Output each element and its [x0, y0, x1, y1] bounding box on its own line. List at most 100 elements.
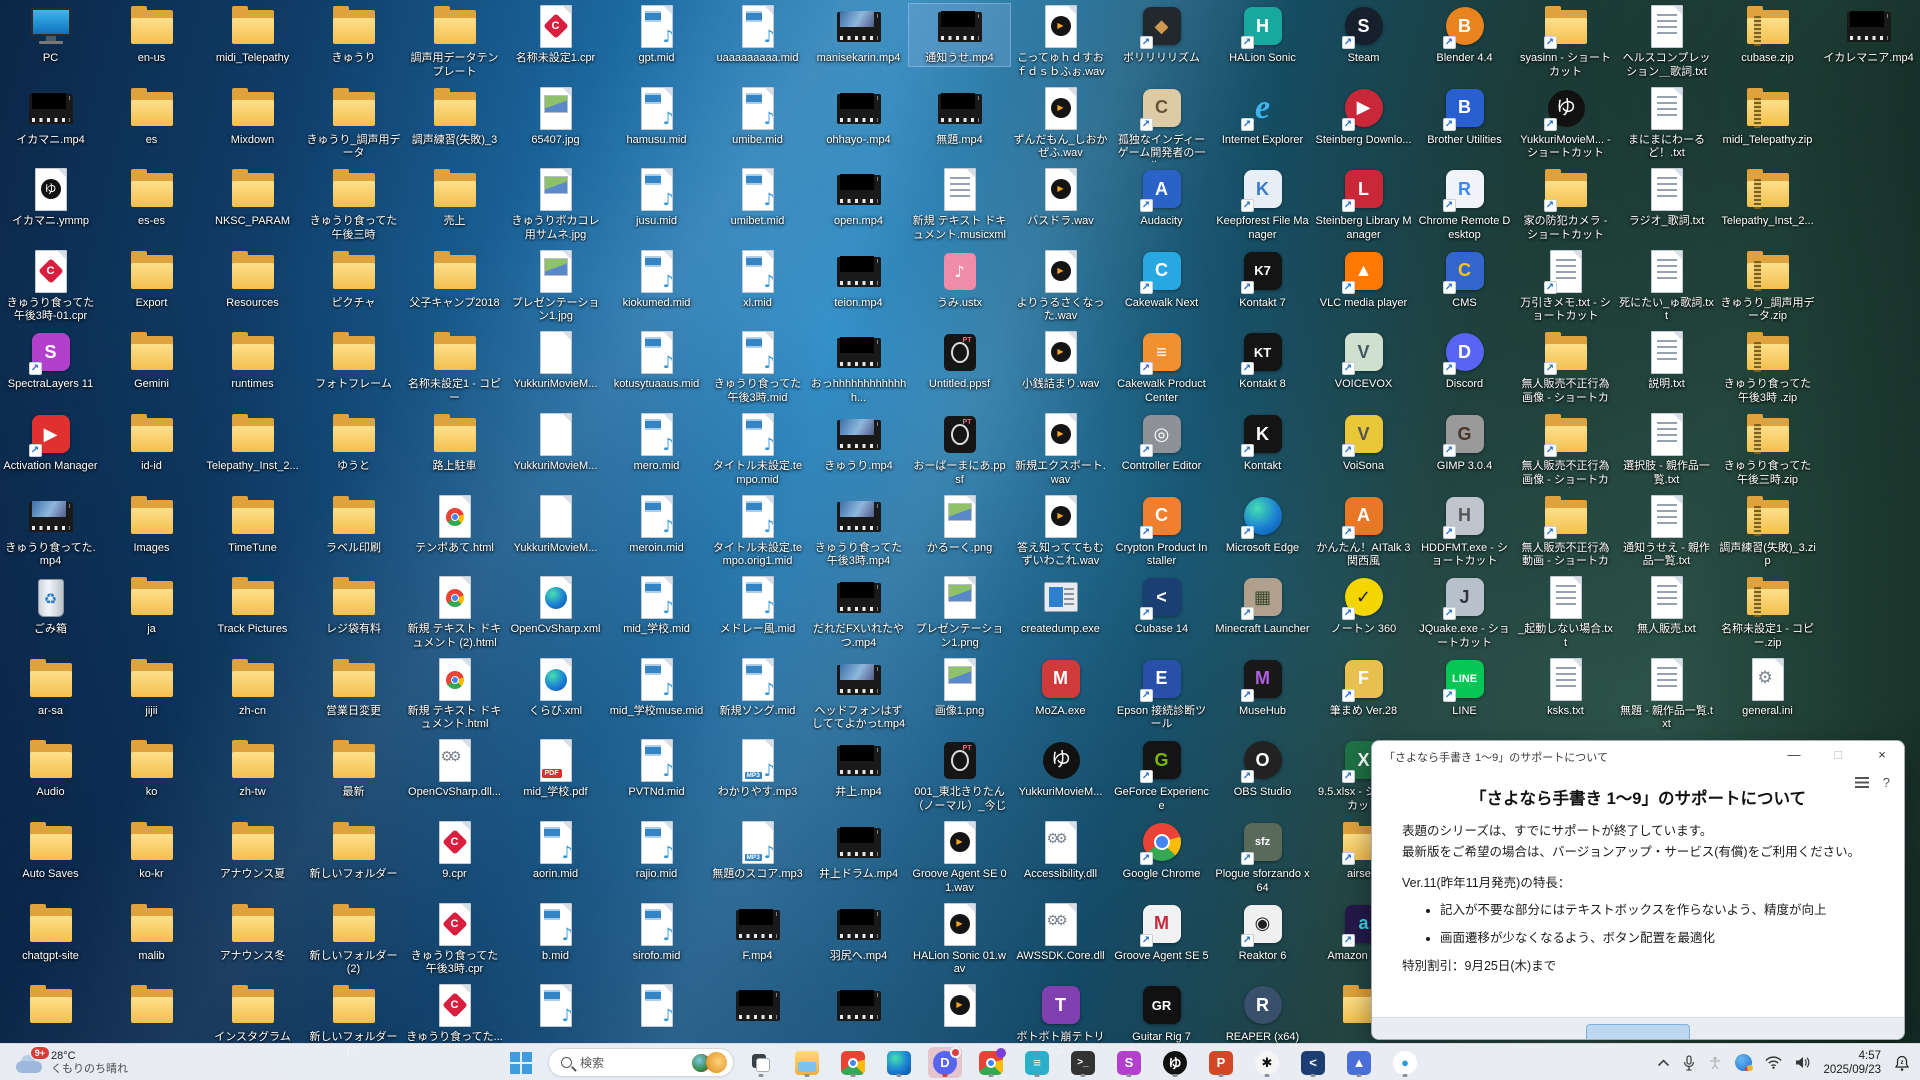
desktop-icon[interactable]: Cきゅうり食ってた... [404, 983, 505, 1045]
desktop-icon[interactable]: きゅうり_調声用データ.zip [1717, 249, 1818, 324]
desktop-icon[interactable]: ♪b.mid [505, 902, 606, 964]
desktop-icon[interactable]: くらび.xml [505, 657, 606, 719]
desktop-icon[interactable]: createdump.exe [1010, 575, 1111, 637]
desktop-icon[interactable]: ゆイカマニ.ymmp [0, 167, 101, 229]
desktop-icon[interactable]: B↗Blender 4.4 [1414, 4, 1515, 66]
desktop-icon[interactable]: 画像1.png [909, 657, 1010, 719]
desktop-icon[interactable]: ⚙⚙AWSSDK.Core.dll [1010, 902, 1111, 964]
desktop-icon[interactable] [707, 983, 808, 1029]
desktop-icon[interactable]: ♻ごみ箱 [0, 575, 101, 637]
desktop-icon[interactable]: V↗VoiSona [1313, 412, 1414, 474]
desktop-icon[interactable]: 新規 テキスト ドキュメント.musicxml [909, 167, 1010, 242]
desktop-icon[interactable]: 調声練習(失敗)_3 [404, 86, 505, 148]
desktop-icon[interactable]: ↗無人販売不正行為画像 - ショートカット [1515, 412, 1616, 488]
desktop-icon[interactable]: F.mp4 [707, 902, 808, 964]
desktop-icon[interactable]: フォトフレーム [303, 330, 404, 392]
desktop-icon[interactable]: ♪rajio.mid [606, 820, 707, 882]
desktop-icon[interactable]: ▶Groove Agent SE 01.wav [909, 820, 1010, 895]
desktop-icon[interactable]: ゆ↗YukkuriMovieM... - ショートカット [1515, 86, 1616, 161]
help-icon[interactable]: ? [1883, 775, 1890, 790]
desktop-icon[interactable]: ▦↗Minecraft Launcher [1212, 575, 1313, 637]
desktop-icon[interactable]: 路上駐車 [404, 412, 505, 474]
desktop-icon[interactable] [101, 983, 202, 1029]
desktop-icon[interactable]: 井上ドラム.mp4 [808, 820, 909, 882]
desktop-icon[interactable]: ♪aorin.mid [505, 820, 606, 882]
wifi-icon[interactable] [1765, 1056, 1782, 1069]
taskbar-app-edge[interactable] [882, 1047, 916, 1078]
desktop-icon[interactable]: malib [101, 902, 202, 964]
desktop-icon[interactable]: ♪きゅうり食ってた午後3時.mid [707, 330, 808, 405]
desktop-icon[interactable]: 売上 [404, 167, 505, 229]
desktop-icon[interactable]: 新しいフォルダー [303, 820, 404, 882]
desktop-icon[interactable]: ◎↗Controller Editor [1111, 412, 1212, 474]
taskbar-app-chrome[interactable] [836, 1047, 870, 1078]
desktop-icon[interactable]: ♪mero.mid [606, 412, 707, 474]
desktop-icon[interactable]: jijii [101, 657, 202, 719]
desktop-icon[interactable]: ▶バスドラ.wav [1010, 167, 1111, 229]
desktop-icon[interactable]: C↗Crypton Product Installer [1111, 494, 1212, 569]
desktop-icon[interactable]: Telepathy_Inst_2... [1717, 167, 1818, 229]
desktop-icon[interactable]: en-us [101, 4, 202, 66]
desktop-icon[interactable]: A↗Audacity [1111, 167, 1212, 229]
desktop-icon[interactable]: J↗JQuake.exe - ショートカット [1414, 575, 1515, 650]
desktop-icon[interactable]: ♪mid_学校.mid [606, 575, 707, 637]
desktop-icon[interactable]: K↗Keepforest File Manager [1212, 167, 1313, 242]
desktop-icon[interactable]: C↗Cakewalk Next [1111, 249, 1212, 311]
desktop-icon[interactable]: アナウンス冬 [202, 902, 303, 964]
search-box[interactable]: 検索 [548, 1048, 734, 1077]
desktop-icon[interactable]: 説明.txt [1616, 330, 1717, 392]
desktop-icon[interactable]: 井上.mp4 [808, 738, 909, 800]
desktop-icon[interactable]: ♪xl.mid [707, 249, 808, 311]
desktop-icon[interactable]: ヘルスコンプレッション＿歌詞.txt [1616, 4, 1717, 79]
desktop-icon[interactable]: 無題 - 親作品一覧.txt [1616, 657, 1717, 732]
desktop-icon[interactable]: Export [101, 249, 202, 311]
desktop-icon[interactable]: Images [101, 494, 202, 556]
desktop-icon[interactable]: KT↗Kontakt 8 [1212, 330, 1313, 392]
desktop-icon[interactable]: イカマニ.mp4 [0, 86, 101, 148]
desktop-icon[interactable]: H↗HALion Sonic [1212, 4, 1313, 66]
desktop-icon[interactable]: S↗Steam [1313, 4, 1414, 66]
desktop-icon[interactable]: ✓↗ノートン 360 [1313, 575, 1414, 637]
desktop-icon[interactable]: ⚙general.ini [1717, 657, 1818, 719]
desktop-icon[interactable]: ↗Microsoft Edge [1212, 494, 1313, 556]
desktop-icon[interactable]: id-id [101, 412, 202, 474]
desktop-icon[interactable]: LINE↗LINE [1414, 657, 1515, 719]
desktop-icon[interactable]: teion.mp4 [808, 249, 909, 311]
desktop-icon[interactable]: YukkuriMovieM... [505, 330, 606, 392]
desktop-icon[interactable]: H↗HDDFMT.exe - ショートカット [1414, 494, 1515, 569]
desktop-icon[interactable]: ♪kiokumed.mid [606, 249, 707, 311]
desktop-icon[interactable]: ↗syasinn - ショートカット [1515, 4, 1616, 79]
desktop-icon[interactable]: ラベル印刷 [303, 494, 404, 556]
maximize-button[interactable]: □ [1816, 741, 1860, 771]
desktop-icon[interactable]: ♪jusu.mid [606, 167, 707, 229]
taskbar-app-spectralayers[interactable]: S [1112, 1047, 1146, 1078]
desktop-icon[interactable]: きゅうり_調声用データ [303, 86, 404, 161]
desktop-icon[interactable]: きゅうり [303, 4, 404, 66]
desktop-icon[interactable]: 新規 テキスト ドキュメント.html [404, 657, 505, 732]
desktop-icon[interactable]: プレゼンテーション1.jpg [505, 249, 606, 324]
desktop-icon[interactable]: E↗Epson 接続診断ツール [1111, 657, 1212, 732]
desktop-icon[interactable]: 通知うせえ - 親作品一覧.txt [1616, 494, 1717, 569]
tray-app-icon[interactable] [1735, 1054, 1752, 1071]
desktop-icon[interactable]: インスタグラム [202, 983, 303, 1045]
desktop-icon[interactable]: テンポあて.html [404, 494, 505, 556]
desktop-icon[interactable]: ♪ [606, 983, 707, 1029]
desktop-icon[interactable]: プレゼンテーション1.png [909, 575, 1010, 650]
desktop-icon[interactable]: OpenCvSharp.xml [505, 575, 606, 637]
dialog-ok-button[interactable] [1586, 1024, 1690, 1040]
list-icon[interactable] [1855, 777, 1869, 788]
desktop-icon[interactable]: 最新 [303, 738, 404, 800]
desktop-icon[interactable]: PDFmid_学校.pdf [505, 738, 606, 800]
desktop-icon[interactable]: Audio [0, 738, 101, 800]
desktop-icon[interactable]: Gemini [101, 330, 202, 392]
desktop-icon[interactable]: ksks.txt [1515, 657, 1616, 719]
desktop-icon[interactable]: C↗孤独なインディーゲーム開発者の一生 ... [1111, 86, 1212, 162]
desktop-icon[interactable]: MMoZA.exe [1010, 657, 1111, 719]
desktop-icon[interactable]: Telepathy_Inst_2... [202, 412, 303, 474]
desktop-icon[interactable]: G↗GIMP 3.0.4 [1414, 412, 1515, 474]
desktop-icon[interactable]: ゆうと [303, 412, 404, 474]
desktop-icon[interactable]: ♪メドレー風.mid [707, 575, 808, 637]
desktop-icon[interactable]: ◆↗ポリリリリズム [1111, 4, 1212, 66]
desktop-icon[interactable]: YukkuriMovieM... [505, 412, 606, 474]
desktop-icon[interactable]: ▶よりうるさくなった.wav [1010, 249, 1111, 324]
